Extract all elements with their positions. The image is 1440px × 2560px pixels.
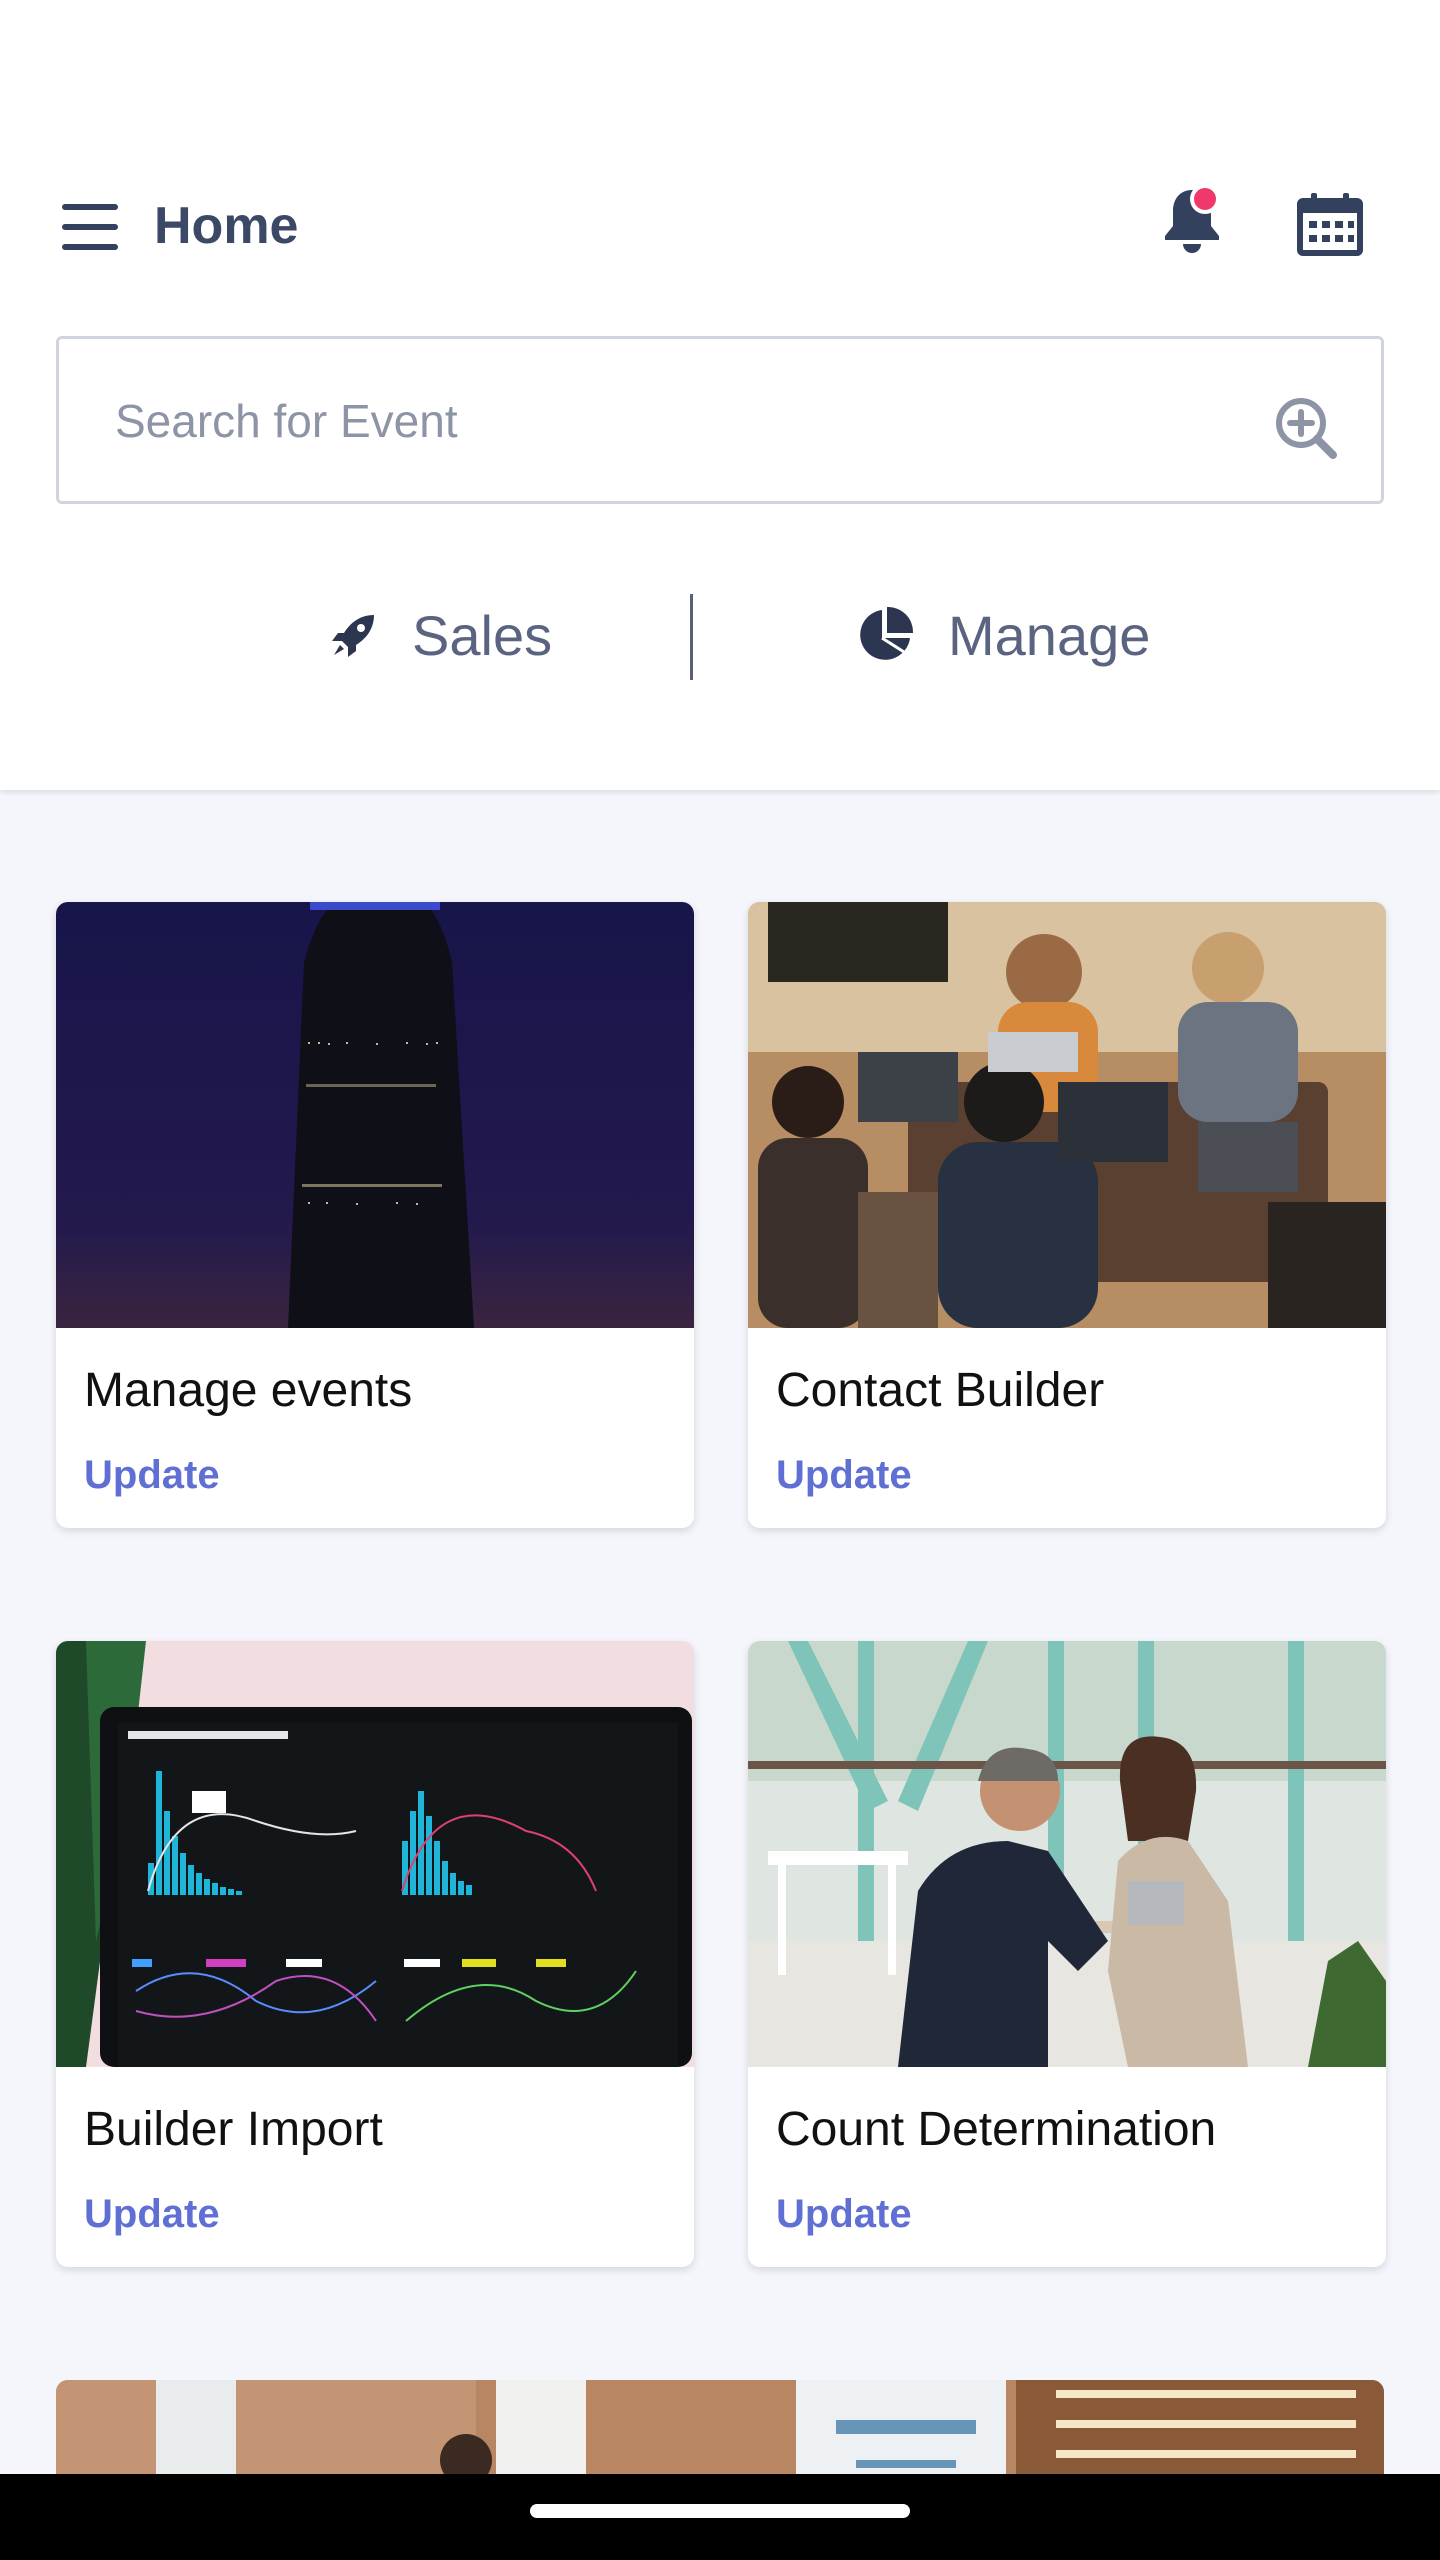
two-people-meeting-cafe-photo [748, 1641, 1386, 2067]
tab-sales-label: Sales [412, 603, 553, 667]
page-title: Home [154, 197, 299, 255]
card-title: Manage events [84, 1364, 413, 1417]
card-title: Count Determination [776, 2103, 1217, 2156]
card-contact-builder[interactable]: Contact Builder Update [748, 902, 1386, 1528]
hamburger-menu-icon[interactable] [62, 204, 118, 250]
card-title: Contact Builder [776, 1364, 1105, 1417]
update-link[interactable]: Update [776, 2189, 912, 2239]
notification-dot [1190, 184, 1220, 214]
rocket-icon [332, 615, 374, 657]
tab-manage-label: Manage [948, 603, 1151, 667]
tab-sales[interactable]: Sales [330, 580, 552, 690]
home-indicator[interactable] [530, 2504, 910, 2518]
card-manage-events[interactable]: Manage events Update [56, 902, 694, 1528]
update-link[interactable]: Update [84, 1450, 220, 1500]
calendar-icon[interactable] [1294, 192, 1366, 256]
card-title: Builder Import [84, 2103, 383, 2156]
top-app-area: Home Search for Event Sales Manage [0, 0, 1440, 790]
search-box [56, 336, 1384, 504]
search-input[interactable] [115, 379, 1215, 463]
pie-chart-icon [860, 606, 914, 660]
analytics-dashboard-laptop-photo [56, 1641, 694, 2067]
update-link[interactable]: Update [776, 1450, 912, 1500]
night-skyscraper-photo [56, 902, 694, 1328]
segment-divider [690, 594, 693, 680]
card-builder-import[interactable]: Builder Import Update [56, 1641, 694, 2267]
zoom-in-icon[interactable] [1267, 389, 1347, 469]
update-link[interactable]: Update [84, 2189, 220, 2239]
team-working-laptops-photo [748, 902, 1386, 1328]
card-count-determination[interactable]: Count Determination Update [748, 1641, 1386, 2267]
tab-manage[interactable]: Manage [856, 580, 1150, 690]
